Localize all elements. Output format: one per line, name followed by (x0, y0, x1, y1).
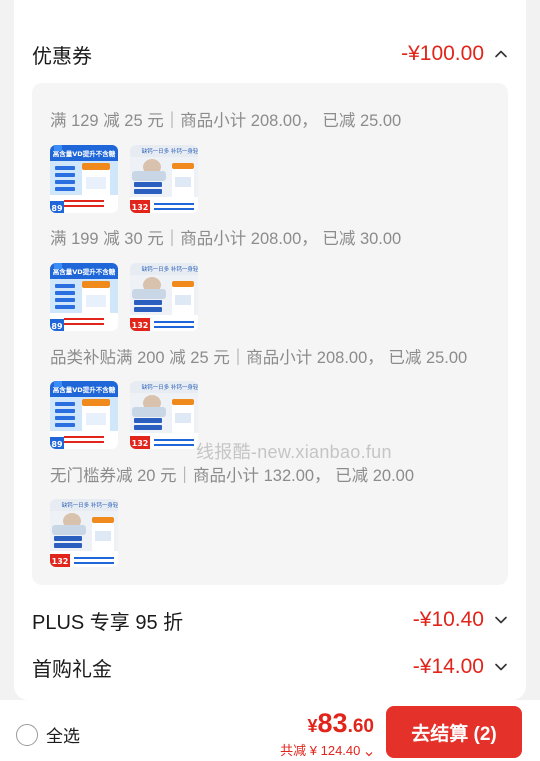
plus-amount: -¥10.40 (412, 608, 484, 631)
svg-text:缺钙一日多 补钙一身轻: 缺钙一日多 补钙一身轻 (62, 501, 118, 509)
coupon-rule-3-products: 高含量VD提升不含糖 89 缺钙一日多 补钙一身轻 132 (50, 381, 198, 449)
coupon-right[interactable]: -¥100.00 (401, 42, 508, 66)
coupon-row[interactable]: 优惠券 -¥100.00 (32, 36, 508, 72)
svg-text:132: 132 (132, 203, 149, 212)
chevron-down-icon[interactable] (364, 747, 374, 757)
svg-text:高含量VD提升不含糖: 高含量VD提升不含糖 (53, 149, 116, 158)
product-thumb[interactable]: 缺钙一日多 补钙一身轻 132 (130, 145, 198, 213)
coupon-detail-panel: 满 129 减 25 元｜商品小计 208.00， 已减 25.00 高含量VD… (32, 83, 508, 585)
coupon-rule-2-products: 高含量VD提升不含糖 89 缺钙一日多 补钙一身轻 132 (50, 263, 198, 331)
product-thumb[interactable]: 高含量VD提升不含糖 89 (50, 145, 118, 213)
plus-right[interactable]: -¥10.40 (413, 608, 508, 632)
first-gift-right[interactable]: -¥14.00 (413, 655, 508, 679)
product-thumb[interactable]: 高含量VD提升不含糖 89 (50, 263, 118, 331)
price-decimal: .60 (347, 716, 374, 737)
svg-text:132: 132 (52, 557, 69, 566)
product-thumb[interactable]: 高含量VD提升不含糖 89 (50, 381, 118, 449)
svg-text:89: 89 (51, 204, 63, 213)
svg-text:缺钙一日多 补钙一身轻: 缺钙一日多 补钙一身轻 (142, 265, 198, 273)
first-gift-amount: -¥14.00 (412, 655, 484, 678)
plus-label: PLUS 专享 95 折 (32, 611, 184, 634)
coupon-rule-4: 无门槛券减 20 元｜商品小计 132.00， 已减 20.00 (50, 467, 415, 485)
price-currency: ¥ (307, 716, 318, 736)
svg-text:132: 132 (132, 321, 149, 330)
checkout-button[interactable]: 去结算 (2) (386, 706, 522, 758)
watermark: 线报酷-new.xianbao.fun (196, 442, 392, 462)
svg-text:缺钙一日多 补钙一身轻: 缺钙一日多 补钙一身轻 (142, 383, 198, 391)
first-purchase-gift-row[interactable]: 首购礼金 -¥14.00 (32, 649, 508, 685)
discount-card: 优惠券 -¥100.00 满 129 减 25 元｜商品小计 208.00， 已… (14, 0, 526, 700)
svg-text:89: 89 (51, 322, 63, 331)
chevron-down-icon[interactable] (494, 660, 508, 674)
product-thumb[interactable]: 缺钙一日多 补钙一身轻 132 (50, 499, 118, 567)
coupon-rule-2: 满 199 减 30 元｜商品小计 208.00， 已减 30.00 (50, 230, 402, 248)
plus-discount-row[interactable]: PLUS 专享 95 折 -¥10.40 (32, 602, 508, 638)
coupon-rule-4-products: 缺钙一日多 补钙一身轻 132 (50, 499, 118, 567)
svg-text:132: 132 (132, 439, 149, 448)
coupon-label: 优惠券 (32, 45, 92, 68)
select-all[interactable]: 全选 (16, 722, 80, 747)
chevron-up-icon[interactable] (494, 47, 508, 61)
select-all-radio[interactable] (16, 723, 38, 746)
first-gift-label: 首购礼金 (32, 658, 112, 681)
product-thumb[interactable]: 缺钙一日多 补钙一身轻 132 (130, 263, 198, 331)
total-price: ¥83.60 (280, 708, 374, 739)
coupon-rule-3: 品类补贴满 200 减 25 元｜商品小计 208.00， 已减 25.00 (50, 349, 468, 367)
coupon-rule-1-products: 高含量VD提升不含糖 89 缺钙一日多 补钙一身轻 132 (50, 145, 198, 213)
svg-text:89: 89 (51, 440, 63, 449)
coupon-amount: -¥100.00 (401, 42, 484, 65)
checkout-bar: 全选 ¥83.60 共减 ¥ 124.40 去结算 (2) (0, 700, 540, 761)
price-summary: ¥83.60 共减 ¥ 124.40 (280, 708, 374, 759)
price-integer: 83 (317, 708, 348, 738)
coupon-rule-1: 满 129 减 25 元｜商品小计 208.00， 已减 25.00 (50, 112, 402, 130)
select-all-label: 全选 (46, 727, 80, 746)
chevron-down-icon[interactable] (494, 613, 508, 627)
svg-text:高含量VD提升不含糖: 高含量VD提升不含糖 (53, 267, 116, 276)
svg-text:高含量VD提升不含糖: 高含量VD提升不含糖 (53, 385, 116, 394)
total-saved-text: 共减 ¥ 124.40 (280, 743, 361, 758)
svg-text:缺钙一日多 补钙一身轻: 缺钙一日多 补钙一身轻 (142, 147, 198, 155)
product-thumb[interactable]: 缺钙一日多 补钙一身轻 132 (130, 381, 198, 449)
total-saved[interactable]: 共减 ¥ 124.40 (280, 740, 374, 759)
